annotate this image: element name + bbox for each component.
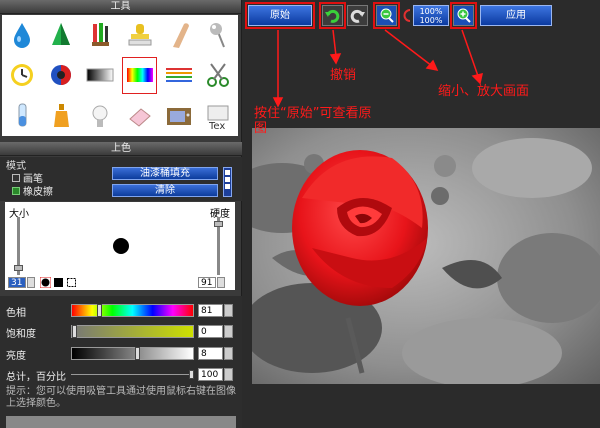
eraser-checkbox[interactable] [12,186,20,195]
hardness-value[interactable]: 91 [198,277,216,288]
annotation-hold-original: 按住“原始”可查看原图 [254,106,372,136]
original-button[interactable]: 原始 [248,5,312,26]
eraser-option[interactable]: 橡皮擦 [12,183,53,198]
lines-icon[interactable] [159,55,198,95]
hue-spinner[interactable] [224,304,233,317]
annotation-undo: 撤销 [330,68,357,83]
hue-value[interactable]: 81 [198,304,223,317]
zoom-level-top: 100% [419,7,443,16]
brightness-value[interactable]: 8 [198,347,223,360]
brush-settings: 大小 硬度 31 91 [5,202,235,290]
tools-panel-title: 工具 [0,0,241,14]
round-brush-icon[interactable] [40,277,51,288]
hardness-spinner[interactable] [217,277,225,288]
adjustments: 色相 81 饱和度 0 亮度 8 总计，百分比 100 提示：您可以使用吸管工具… [0,296,242,428]
brush-checkbox[interactable] [12,173,20,182]
redo-icon[interactable] [347,5,368,26]
bucket-fill-button[interactable]: 油漆桶填充 [112,167,218,180]
total-percent-label: 总计，百分比 [6,372,66,383]
svg-text:Tex: Tex [208,121,225,131]
rose-photo [252,128,600,384]
left-panel: 工具 Tex 上色 模式 画笔 橡皮擦 油漆桶填充 清除 大小 硬度 31 91… [0,0,242,428]
zoom-arrows-icon[interactable] [400,5,412,26]
eraser-option-label: 橡皮擦 [23,187,53,198]
zoom-level-bottom: 100% [419,16,443,25]
text-icon[interactable]: Tex [199,96,238,136]
eraser-icon[interactable] [120,96,159,136]
pin-icon[interactable] [199,15,238,55]
tools-grid: Tex [2,15,238,136]
size-spinner[interactable] [27,277,35,288]
brightness-slider[interactable] [71,347,194,360]
zoom-readout: 100% 100% [413,5,449,26]
bottle-icon[interactable] [41,96,80,136]
hint-text: 提示：您可以使用吸管工具通过使用鼠标右键在图像上选择颜色。 [6,386,236,409]
water-drop-icon[interactable] [2,15,41,55]
total-percent-value[interactable]: 100 [198,368,223,381]
image-canvas[interactable] [252,128,600,384]
hue-slider[interactable] [71,304,194,317]
clear-button[interactable]: 清除 [112,184,218,197]
undo-icon[interactable] [322,5,343,26]
hardness-slider[interactable] [214,217,223,275]
zoom-out-icon[interactable] [376,5,397,26]
hue-label: 色相 [6,308,26,319]
mode-area: 模式 画笔 橡皮擦 油漆桶填充 清除 [0,157,242,201]
smudge-finger-icon[interactable] [159,15,198,55]
bottom-preview [6,416,236,428]
brush-preview [113,238,129,254]
coloring-panel-title: 上色 [0,142,242,156]
test-tube-icon[interactable] [2,96,41,136]
custom-brush-icon[interactable] [66,277,77,288]
hardness-label: 硬度 [210,209,230,220]
size-slider[interactable] [14,217,23,275]
tv-icon[interactable] [159,96,198,136]
bulb-icon[interactable] [81,96,120,136]
saturation-spinner[interactable] [224,325,233,338]
options-scrollbar[interactable] [223,167,232,197]
zoom-in-icon[interactable] [453,5,474,26]
red-rose [292,150,428,306]
toolbar: 原始 100% 100% 应用 [243,0,600,30]
hue-gradient-icon[interactable] [120,55,159,95]
square-brush-icon[interactable] [53,277,64,288]
cone-icon[interactable] [41,15,80,55]
gradient-icon[interactable] [81,55,120,95]
saturation-value[interactable]: 0 [198,325,223,338]
brightness-label: 亮度 [6,351,26,362]
color-circle-icon[interactable] [41,55,80,95]
annotation-zoom: 缩小、放大画面 [438,84,530,99]
scissors-icon[interactable] [199,55,238,95]
size-value[interactable]: 31 [8,277,26,288]
total-percent-spinner[interactable] [224,368,233,381]
saturation-slider[interactable] [71,325,194,338]
paint-brushes-icon[interactable] [81,15,120,55]
brightness-spinner[interactable] [224,347,233,360]
apply-button[interactable]: 应用 [480,5,552,26]
saturation-label: 饱和度 [6,329,36,340]
clock-icon[interactable] [2,55,41,95]
total-percent-slider[interactable] [71,370,194,379]
stamp-icon[interactable] [120,15,159,55]
